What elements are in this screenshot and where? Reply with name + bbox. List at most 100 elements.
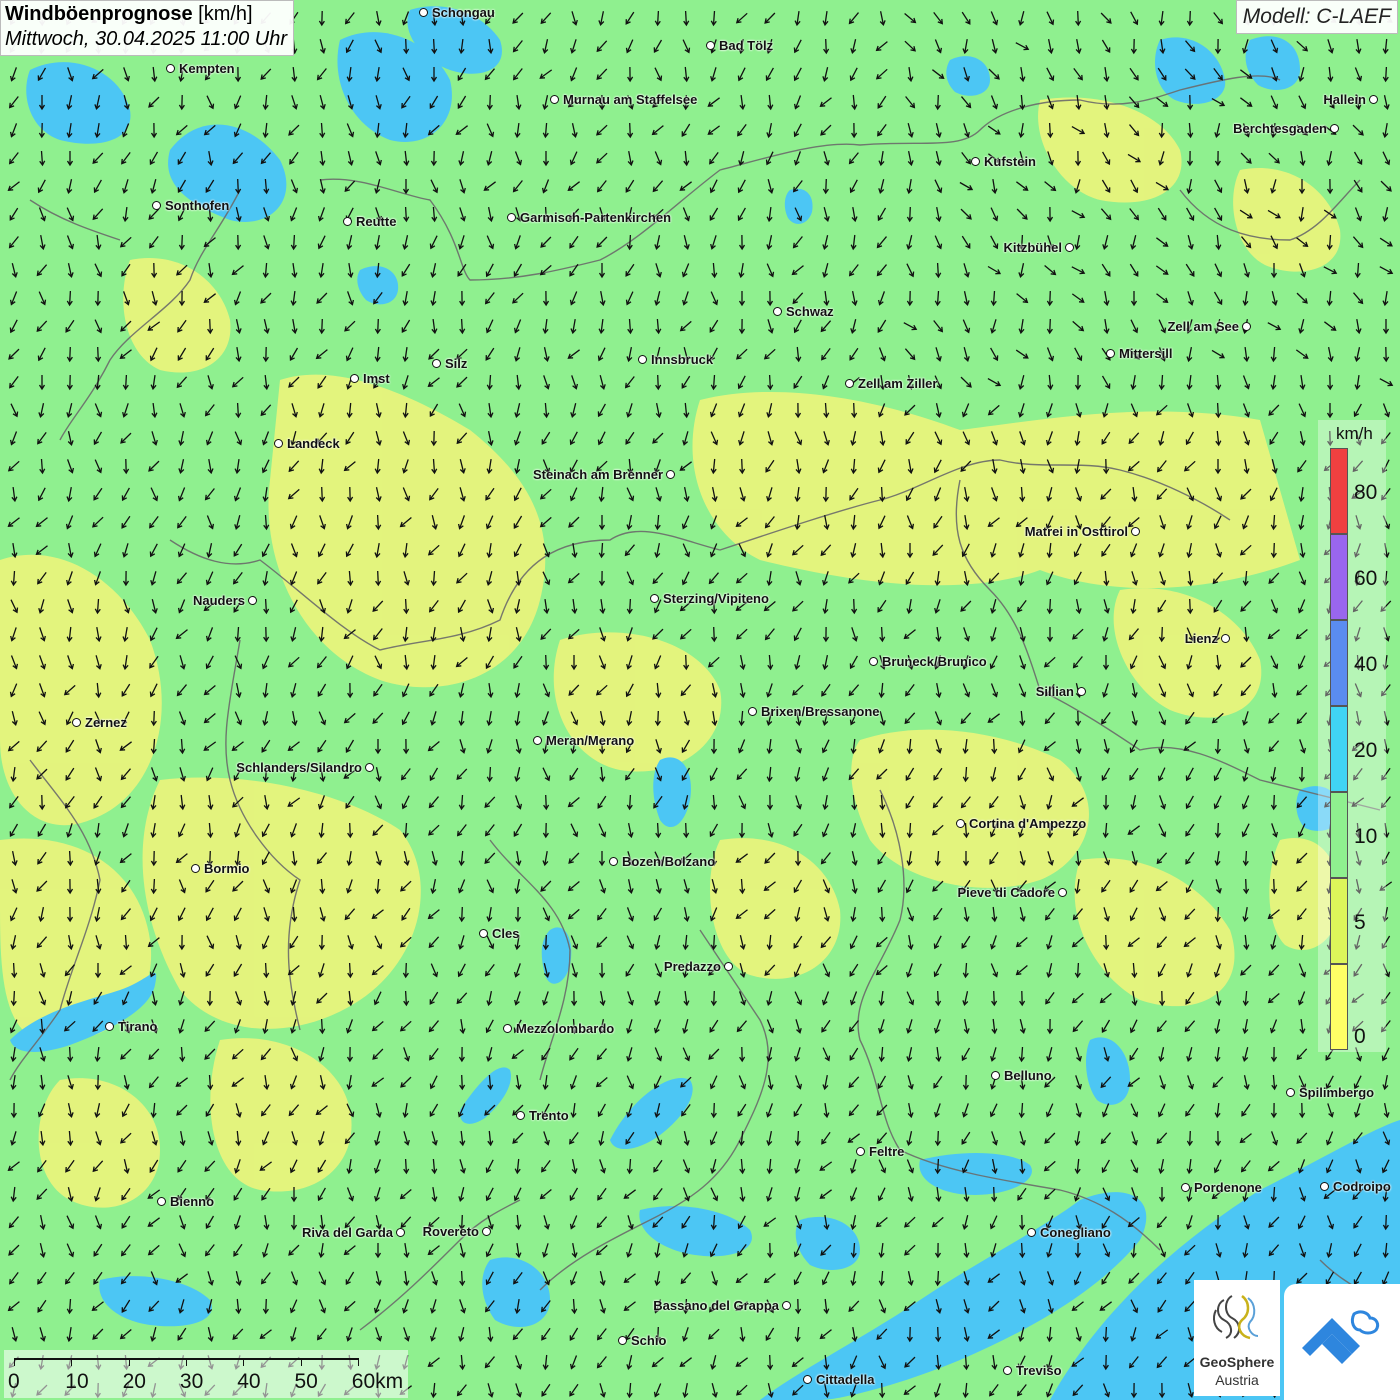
wind-arrow-icon <box>486 879 495 894</box>
wind-arrow-icon <box>345 347 354 362</box>
wind-arrow-icon <box>626 1158 633 1175</box>
wind-arrow-icon <box>567 181 580 192</box>
wind-arrow-icon <box>1185 1103 1195 1117</box>
city-label: Imst <box>363 371 390 386</box>
city-dot-icon <box>550 95 559 104</box>
wind-arrow-icon <box>231 741 244 752</box>
wind-arrow-icon <box>486 374 493 391</box>
wind-arrow-icon <box>375 1271 382 1286</box>
wind-arrow-icon <box>1101 1159 1110 1174</box>
wind-arrow-icon <box>907 1102 914 1119</box>
wind-arrow-icon <box>9 291 18 306</box>
city-label: Brixen/Bressanone <box>761 704 880 719</box>
wind-arrow-icon <box>822 963 831 978</box>
wind-arrow-icon <box>429 767 439 782</box>
wind-arrow-icon <box>346 1327 353 1342</box>
wind-arrow-icon <box>1325 1131 1334 1146</box>
wind-arrow-icon <box>371 1021 384 1032</box>
wind-arrow-icon <box>961 152 972 165</box>
city-label: Matrei in Osttirol <box>1024 524 1128 539</box>
wind-arrow-icon <box>1382 151 1391 166</box>
wind-arrow-icon <box>290 1327 297 1342</box>
wind-arrow-icon <box>1268 712 1280 724</box>
wind-arrow-icon <box>1101 767 1111 782</box>
wind-arrow-icon <box>848 1020 859 1033</box>
wind-arrow-icon <box>626 1047 633 1062</box>
wind-arrow-icon <box>459 1159 466 1174</box>
wind-arrow-icon <box>9 319 18 334</box>
wind-arrow-icon <box>458 794 465 811</box>
wind-arrow-icon <box>598 486 605 503</box>
wind-arrow-icon <box>765 1327 775 1342</box>
wind-arrow-icon <box>738 318 746 335</box>
wind-arrow-icon <box>1075 767 1082 783</box>
wind-arrow-icon <box>179 1046 186 1063</box>
wind-arrow-icon <box>540 628 552 640</box>
wind-arrow-icon <box>1214 1047 1221 1063</box>
city-label: Garmisch-Partenkirchen <box>520 210 672 225</box>
wind-arrow-icon <box>793 1103 803 1118</box>
wind-arrow-icon <box>487 1383 494 1398</box>
wind-arrow-icon <box>67 431 74 446</box>
wind-arrow-icon <box>877 879 887 894</box>
wind-arrow-icon <box>1018 1046 1025 1063</box>
wind-arrow-icon <box>261 543 270 558</box>
wind-arrow-icon <box>709 1131 718 1146</box>
wind-arrow-icon <box>232 1328 244 1340</box>
wind-arrow-icon <box>487 1130 494 1147</box>
wind-arrow-icon <box>91 1301 104 1312</box>
wind-arrow-icon <box>1156 237 1169 247</box>
scale-label: 50 <box>294 1370 318 1393</box>
city-dot-icon <box>845 379 854 388</box>
wind-arrow-icon <box>571 963 578 978</box>
wind-arrow-icon <box>1299 431 1306 446</box>
wind-arrow-icon <box>485 1019 494 1034</box>
wind-arrow-icon <box>371 1077 385 1087</box>
wind-arrow-icon <box>681 375 691 389</box>
wind-arrow-icon <box>569 291 578 306</box>
wind-arrow-icon <box>1075 850 1082 867</box>
wind-arrow-icon <box>1215 234 1222 251</box>
wind-arrow-icon <box>599 375 606 391</box>
wind-arrow-icon <box>623 1273 636 1284</box>
wind-arrow-icon <box>710 235 717 250</box>
wind-arrow-icon <box>1214 263 1223 278</box>
wind-arrow-icon <box>597 347 606 362</box>
wind-arrow-icon <box>709 152 719 165</box>
wind-arrow-icon <box>37 1271 47 1285</box>
wind-arrow-icon <box>791 265 804 276</box>
wind-arrow-icon <box>1156 1132 1168 1145</box>
wind-arrow-icon <box>960 208 972 220</box>
wind-arrow-icon <box>514 906 522 923</box>
wind-arrow-icon <box>317 207 326 222</box>
wind-arrow-icon <box>934 179 943 194</box>
wind-arrow-icon <box>1213 599 1223 613</box>
wind-arrow-icon <box>287 656 300 668</box>
wind-arrow-icon <box>1074 1130 1081 1147</box>
wind-arrow-icon <box>820 852 831 865</box>
wind-arrow-icon <box>1186 207 1195 222</box>
scale-label: 10 <box>65 1370 89 1393</box>
wind-arrow-icon <box>486 94 493 111</box>
wind-arrow-icon <box>1213 795 1222 810</box>
wind-arrow-icon <box>234 459 241 475</box>
wind-arrow-icon <box>990 935 997 950</box>
wind-arrow-icon <box>1296 1048 1308 1061</box>
wind-arrow-icon <box>122 179 129 194</box>
wind-arrow-icon <box>794 1326 801 1343</box>
wind-arrow-icon <box>878 150 885 167</box>
wind-arrow-icon <box>934 39 943 54</box>
wind-arrow-icon <box>1298 514 1305 531</box>
wind-arrow-icon <box>1158 11 1165 27</box>
wind-arrow-icon <box>317 235 326 250</box>
wind-arrow-icon <box>849 963 859 977</box>
wind-arrow-icon <box>289 1299 298 1314</box>
legend-swatch <box>1330 792 1348 878</box>
wind-arrow-icon <box>263 319 270 334</box>
city-dot-icon <box>1131 527 1140 536</box>
city-dot-icon <box>365 763 374 772</box>
wind-arrow-icon <box>373 683 383 697</box>
wind-arrow-icon <box>1128 1272 1140 1284</box>
wind-arrow-icon <box>430 263 437 278</box>
wind-arrow-icon <box>851 598 858 615</box>
